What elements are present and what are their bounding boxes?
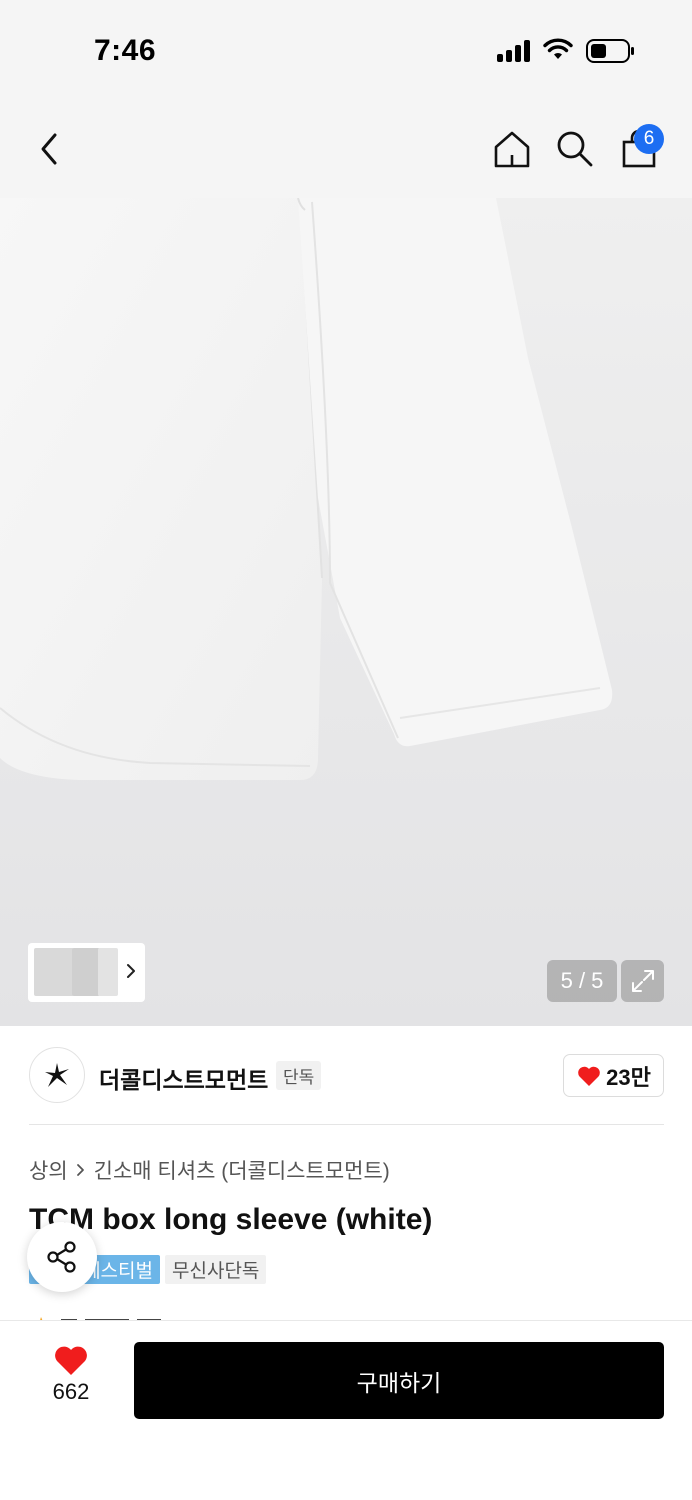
brand-logo[interactable] — [29, 1047, 85, 1103]
breadcrumb: 상의 긴소매 티셔츠 (더콜디스트모먼트) — [29, 1155, 390, 1185]
chevron-right-icon — [127, 964, 135, 978]
search-icon — [557, 131, 593, 167]
brand-name[interactable]: 더콜디스트모먼트 — [99, 1061, 268, 1095]
home-button[interactable] — [487, 124, 537, 174]
battery-icon — [586, 39, 634, 63]
brand-like-button[interactable]: 23만 — [563, 1054, 664, 1097]
breadcrumb-subcategory[interactable]: 긴소매 티셔츠 (더콜디스트모먼트) — [94, 1155, 390, 1185]
back-button[interactable] — [24, 124, 74, 174]
product-image[interactable] — [0, 198, 692, 1026]
status-time: 7:46 — [94, 34, 157, 67]
home-icon — [494, 131, 530, 168]
wifi-icon — [543, 38, 573, 59]
heart-icon — [55, 1346, 87, 1375]
expand-icon — [631, 970, 654, 992]
breadcrumb-category[interactable]: 상의 — [29, 1155, 68, 1185]
musinsa-exclusive-tag: 무신사단독 — [165, 1255, 267, 1284]
exclusive-tag: 단독 — [276, 1061, 322, 1090]
expand-image-button[interactable] — [621, 960, 664, 1002]
share-button[interactable] — [27, 1222, 97, 1292]
cart-count-badge: 6 — [634, 124, 664, 154]
share-icon — [47, 1241, 76, 1273]
product-like-button[interactable]: 662 — [36, 1343, 106, 1413]
product-like-count: 662 — [52, 1379, 90, 1404]
divider — [29, 1124, 664, 1125]
brand-star-icon — [45, 1063, 69, 1087]
product-title: TCM box long sleeve (white) — [29, 1203, 433, 1236]
white-long-sleeve-shirt-image — [0, 198, 613, 780]
chevron-right-icon — [76, 1164, 84, 1176]
image-page-indicator: 5 / 5 — [547, 960, 617, 1002]
thumbnail-strip[interactable] — [28, 943, 145, 1002]
brand-like-count: 23만 — [606, 1064, 651, 1090]
buy-button[interactable]: 구매하기 — [134, 1342, 664, 1419]
status-bar: 7:46 — [0, 0, 692, 100]
navigation-bar — [0, 100, 692, 198]
heart-icon — [578, 1066, 600, 1086]
cellular-signal-icon — [497, 40, 533, 62]
thumbnail-image — [98, 948, 118, 996]
chevron-left-icon — [41, 133, 57, 165]
thumbnail-image — [34, 948, 74, 996]
search-button[interactable] — [550, 124, 600, 174]
thumbnail-image — [72, 948, 100, 996]
